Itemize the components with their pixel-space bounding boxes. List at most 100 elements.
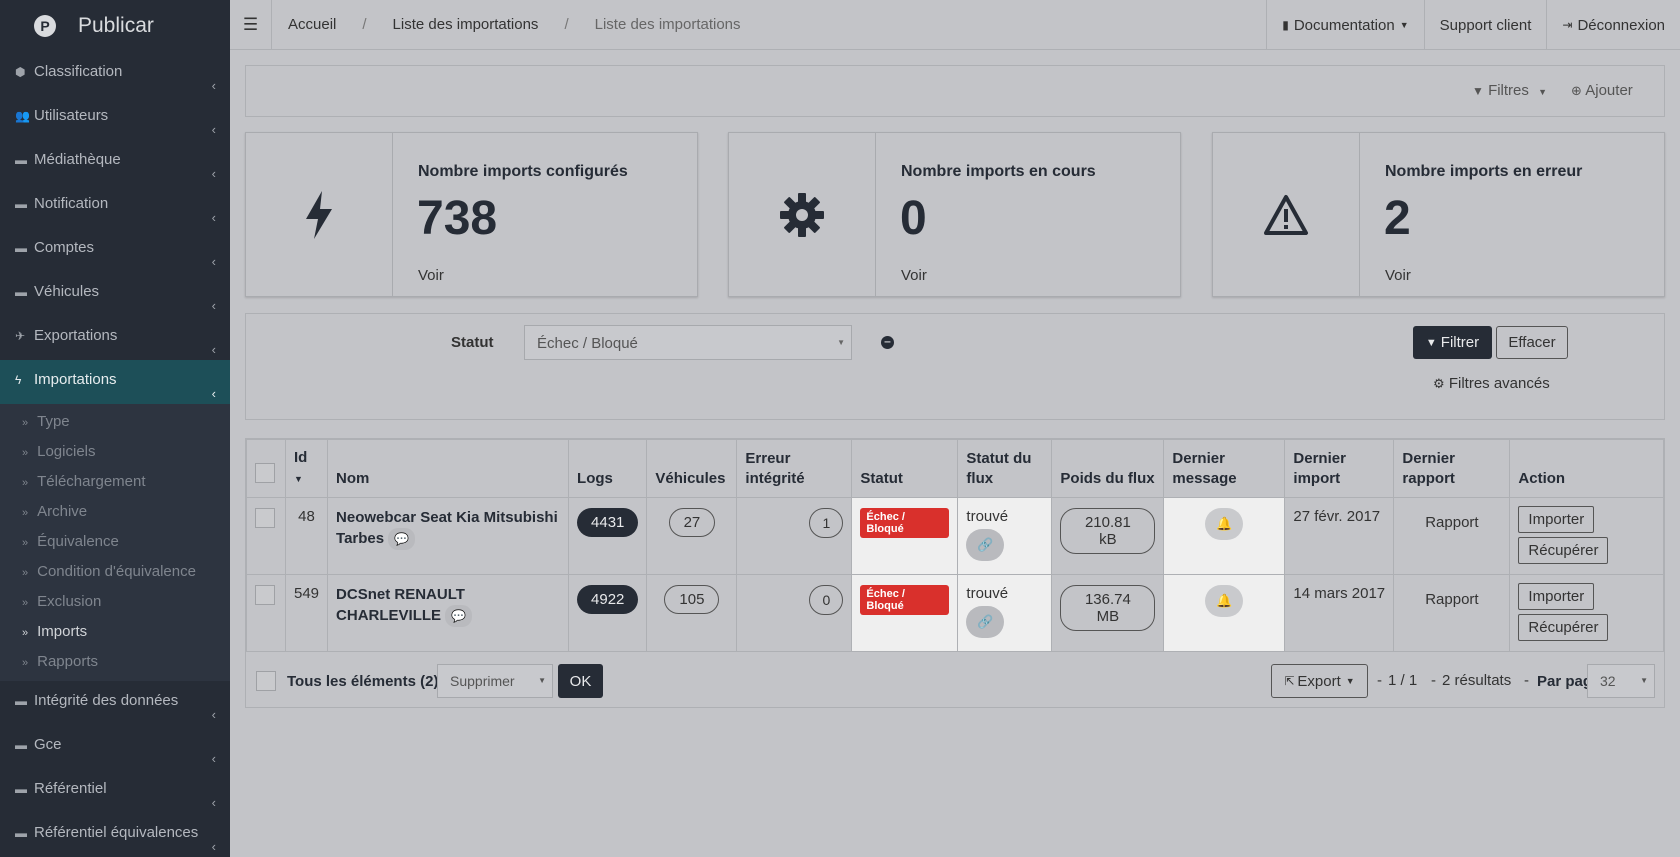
filters-label: Filtres — [1488, 82, 1529, 99]
link-icon[interactable]: 🔗 — [966, 529, 1005, 561]
folder-icon: ▬ — [15, 738, 27, 752]
bulk-ok-button[interactable]: OK — [558, 664, 603, 698]
sidebar-item-classification[interactable]: ⬢ Classification ‹ — [0, 52, 230, 96]
breadcrumb: Accueil / Liste des importations / Liste… — [272, 16, 741, 33]
pagination-sep: - — [1377, 672, 1382, 689]
vehicles-badge[interactable]: 105 — [664, 585, 720, 614]
stat-link[interactable]: Voir — [1385, 267, 1411, 284]
row-nom[interactable]: DCSnet RENAULT CHARLEVILLE 💬 — [327, 574, 570, 652]
chevron-left-icon: ‹ — [211, 122, 216, 137]
chevron-down-icon: ▼ — [837, 338, 845, 347]
row-nom[interactable]: Neowebcar Seat Kia Mitsubishi Tarbes 💬 — [327, 497, 570, 575]
flux-size-badge: 210.81 kB — [1060, 508, 1156, 554]
select-all-checkbox[interactable] — [255, 463, 275, 483]
select-all-footer-checkbox[interactable] — [256, 671, 276, 691]
col-id[interactable]: Id ▼ — [284, 439, 329, 498]
link-icon[interactable]: 🔗 — [966, 606, 1005, 638]
menu-toggle-icon[interactable]: ☰ — [230, 0, 272, 50]
submenu-item-type[interactable]: » Type — [0, 407, 230, 437]
submenu-item-rapports[interactable]: » Rapports — [0, 647, 230, 677]
import-button[interactable]: Importer — [1518, 583, 1595, 610]
row-nom-text: Neowebcar Seat Kia Mitsubishi Tarbes — [336, 509, 558, 547]
bell-icon[interactable]: 🔔 — [1205, 585, 1244, 617]
sidebar-item-v-hicules[interactable]: ▬ Véhicules ‹ — [0, 272, 230, 316]
col-dernier-rapport: Dernier rapport — [1393, 439, 1511, 498]
folder-icon: ▬ — [15, 197, 27, 211]
report-link[interactable]: Rapport — [1393, 497, 1511, 575]
comment-icon[interactable]: 💬 — [445, 605, 472, 627]
per-page-select[interactable]: 32 ▼ — [1587, 664, 1655, 698]
submenu-item-label: Exclusion — [37, 593, 102, 610]
submenu-item--quivalence[interactable]: » Équivalence — [0, 527, 230, 557]
sidebar-item-label: Classification — [34, 63, 123, 80]
report-link[interactable]: Rapport — [1393, 574, 1511, 652]
topbar: ☰ Accueil / Liste des importations / Lis… — [230, 0, 1680, 50]
warning-icon — [1213, 133, 1360, 296]
col-statut-flux: Statut du flux — [957, 439, 1053, 498]
sidebar-item-exportations[interactable]: ✈ Exportations ‹ — [0, 316, 230, 360]
integrity-error-badge[interactable]: 1 — [809, 508, 844, 538]
sidebar-item-notification[interactable]: ▬ Notification ‹ — [0, 184, 230, 228]
filter-button-label: Filtrer — [1440, 334, 1480, 351]
sidebar-item-r-f-rentiel-quivalences[interactable]: ▬ Référentiel équivalences ‹ — [0, 813, 230, 857]
filters-dropdown[interactable]: ▼ Filtres ▼ — [1472, 82, 1547, 99]
filter-icon: ▼ — [1425, 336, 1437, 349]
last-import-date: 14 mars 2017 — [1284, 574, 1395, 652]
support-link[interactable]: Support client — [1423, 0, 1547, 50]
submenu-item-exclusion[interactable]: » Exclusion — [0, 587, 230, 617]
sidebar-item-utilisateurs[interactable]: 👥 Utilisateurs ‹ — [0, 96, 230, 140]
fetch-button[interactable]: Récupérer — [1518, 537, 1609, 564]
sidebar-item-label: Médiathèque — [34, 151, 121, 168]
bulk-action-select[interactable]: Supprimer ▼ — [437, 664, 553, 698]
stat-link[interactable]: Voir — [418, 267, 444, 284]
results-count: 2 résultats — [1442, 672, 1512, 689]
add-button[interactable]: ⊕ Ajouter — [1571, 82, 1633, 99]
table-row: 48 Neowebcar Seat Kia Mitsubishi Tarbes 💬… — [246, 497, 1664, 575]
documentation-dropdown[interactable]: ▮ Documentation ▼ — [1266, 0, 1423, 50]
submenu-item-condition-d-quivalence[interactable]: » Condition d'équivalence — [0, 557, 230, 587]
status-select[interactable]: Échec / Bloqué ▼ — [524, 325, 852, 360]
folder-icon: ▬ — [15, 241, 27, 255]
comment-icon[interactable]: 💬 — [388, 528, 416, 550]
submenu-item-label: Logiciels — [37, 443, 96, 460]
breadcrumb-list[interactable]: Liste des importations — [393, 16, 539, 33]
vehicles-badge[interactable]: 27 — [668, 508, 716, 537]
pagination-pages: 1 / 1 — [1388, 672, 1418, 689]
remove-filter-icon[interactable]: – — [881, 335, 894, 349]
brand-logo-icon: P — [34, 15, 56, 37]
angle-double-right-icon: » — [22, 537, 29, 549]
export-dropdown[interactable]: ⇱ Export ▼ — [1271, 664, 1368, 698]
bell-icon[interactable]: 🔔 — [1205, 508, 1244, 540]
stat-value: 738 — [417, 192, 498, 245]
sidebar-item-r-f-rentiel[interactable]: ▬ Référentiel ‹ — [0, 769, 230, 813]
chevron-left-icon: ‹ — [211, 795, 216, 810]
sidebar-item-m-diath-que[interactable]: ▬ Médiathèque ‹ — [0, 140, 230, 184]
row-checkbox[interactable] — [255, 508, 275, 528]
fetch-button[interactable]: Récupérer — [1518, 614, 1609, 641]
submenu-item-label: Téléchargement — [37, 473, 146, 490]
import-button[interactable]: Importer — [1518, 506, 1595, 533]
sidebar-item-gce[interactable]: ▬ Gce ‹ — [0, 725, 230, 769]
sidebar-item-int-grit-des-donn-es[interactable]: ▬ Intégrité des données ‹ — [0, 681, 230, 725]
cogs-icon: ⚙ — [1433, 376, 1445, 391]
brand[interactable]: P Publicar — [0, 0, 230, 52]
submenu-item-logiciels[interactable]: » Logiciels — [0, 437, 230, 467]
stat-link[interactable]: Voir — [901, 267, 927, 284]
logs-badge[interactable]: 4431 — [577, 508, 639, 537]
sidebar-item-comptes[interactable]: ▬ Comptes ‹ — [0, 228, 230, 272]
sidebar-item-importations[interactable]: ϟ Importations ‹ — [0, 360, 230, 404]
row-checkbox[interactable] — [255, 585, 275, 605]
breadcrumb-home[interactable]: Accueil — [288, 16, 336, 33]
per-page-value: 32 — [1600, 673, 1616, 689]
submenu-item-t-l-chargement[interactable]: » Téléchargement — [0, 467, 230, 497]
clear-button[interactable]: Effacer — [1496, 326, 1568, 359]
filter-button[interactable]: ▼ Filtrer — [1413, 326, 1492, 359]
logout-link[interactable]: ⇥ Déconnexion — [1546, 0, 1680, 50]
integrity-error-badge[interactable]: 0 — [809, 585, 844, 615]
list-toolbar: ▼ Filtres ▼ ⊕ Ajouter — [245, 65, 1665, 117]
submenu-item-archive[interactable]: » Archive — [0, 497, 230, 527]
advanced-filters-link[interactable]: ⚙ Filtres avancés — [1433, 375, 1550, 392]
stat-value: 2 — [1384, 192, 1411, 245]
logs-badge[interactable]: 4922 — [577, 585, 639, 614]
submenu-item-imports[interactable]: » Imports — [0, 617, 230, 647]
